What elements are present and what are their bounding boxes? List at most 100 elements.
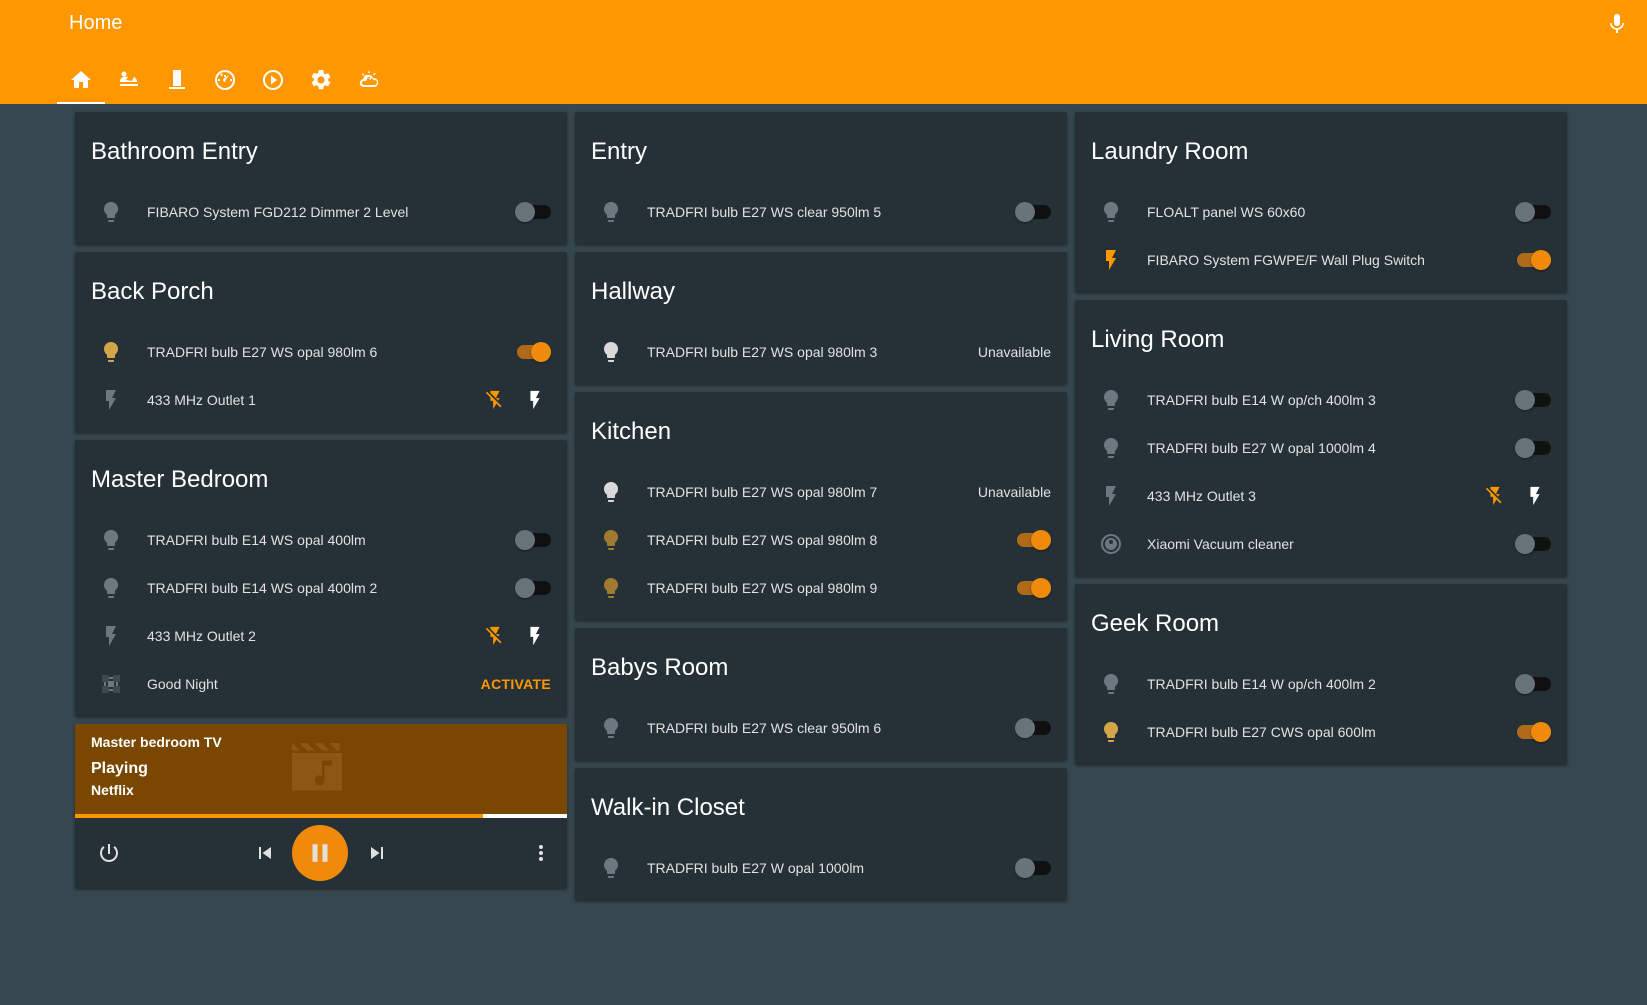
- room-card: Walk-in Closet TRADFRI bulb E27 W opal 10…: [575, 768, 1067, 900]
- entity-icon: [91, 664, 131, 704]
- entity-icon: [591, 520, 631, 560]
- toggle-switch[interactable]: [1515, 534, 1551, 554]
- card-title: Bathroom Entry: [91, 138, 258, 165]
- entity-name: TRADFRI bulb E27 WS opal 980lm 3: [647, 344, 878, 360]
- entity-row[interactable]: TRADFRI bulb E14 WS opal 400lm: [91, 516, 551, 564]
- bulb-icon: [104, 202, 118, 222]
- power-button[interactable]: [91, 835, 127, 871]
- entity-row[interactable]: FIBARO System FGD212 Dimmer 2 Level: [91, 188, 551, 236]
- more-options-button[interactable]: [523, 835, 559, 871]
- turn-off-button[interactable]: [479, 380, 511, 420]
- entity-row[interactable]: Good Night ACTIVATE: [91, 660, 551, 708]
- flash-icon: [106, 626, 116, 646]
- card-title: Entry: [591, 138, 648, 165]
- entity-icon: [1091, 428, 1131, 468]
- entity-row[interactable]: TRADFRI bulb E27 W opal 1000lm: [591, 844, 1051, 892]
- power-icon: [100, 844, 119, 863]
- toggle-knob: [1515, 534, 1535, 554]
- entity-row[interactable]: TRADFRI bulb E27 WS clear 950lm 6: [591, 704, 1051, 752]
- turn-on-button[interactable]: [519, 616, 551, 656]
- entity-name: TRADFRI bulb E27 WS opal 980lm 7: [647, 484, 878, 500]
- skip-next-icon: [371, 847, 383, 859]
- entity-row[interactable]: FIBARO System FGWPE/F Wall Plug Switch: [1091, 236, 1551, 284]
- toggle-switch[interactable]: [515, 342, 551, 362]
- bulb-icon: [604, 530, 618, 550]
- tab-dashboard[interactable]: [201, 56, 249, 104]
- previous-track-button[interactable]: [247, 835, 283, 871]
- room-service-icon: [120, 71, 138, 86]
- toggle-switch[interactable]: [1015, 858, 1051, 878]
- entity-row[interactable]: Xiaomi Vacuum cleaner: [1091, 520, 1551, 568]
- entity-icon: [591, 472, 631, 512]
- turn-on-button[interactable]: [519, 380, 551, 420]
- toggle-switch[interactable]: [1515, 674, 1551, 694]
- tab-home[interactable]: [57, 56, 105, 104]
- entity-row[interactable]: 433 MHz Outlet 2: [91, 612, 551, 660]
- room-card: Hallway TRADFRI bulb E27 WS opal 980lm 3 U…: [575, 252, 1067, 384]
- flash-icon: [106, 390, 116, 410]
- room-card: Babys Room TRADFRI bulb E27 WS clear 950l…: [575, 628, 1067, 760]
- tab-media[interactable]: [249, 56, 297, 104]
- weather-partly-cloudy-icon: [359, 70, 379, 88]
- tab-room-service[interactable]: [105, 56, 153, 104]
- toggle-knob: [1531, 722, 1551, 742]
- entity-row[interactable]: TRADFRI bulb E27 CWS opal 600lm: [1091, 708, 1551, 756]
- turn-on-button[interactable]: [1519, 476, 1551, 516]
- bulb-icon: [1104, 390, 1118, 410]
- entity-icon: [1091, 524, 1131, 564]
- card-title: Walk-in Closet: [591, 794, 745, 821]
- turn-off-button[interactable]: [1479, 476, 1511, 516]
- toggle-switch[interactable]: [515, 202, 551, 222]
- toggle-switch[interactable]: [1015, 202, 1051, 222]
- entity-row[interactable]: TRADFRI bulb E27 WS opal 980lm 3 Unavaila…: [591, 328, 1051, 376]
- toggle-switch[interactable]: [1515, 722, 1551, 742]
- entity-row[interactable]: TRADFRI bulb E27 WS opal 980lm 7 Unavaila…: [591, 468, 1051, 516]
- toggle-switch[interactable]: [1515, 202, 1551, 222]
- toggle-switch[interactable]: [1015, 718, 1051, 738]
- toggle-switch[interactable]: [1015, 578, 1051, 598]
- card-title: Master Bedroom: [91, 466, 269, 493]
- entity-row[interactable]: TRADFRI bulb E14 W op/ch 400lm 3: [1091, 376, 1551, 424]
- entity-name: TRADFRI bulb E14 WS opal 400lm 2: [147, 580, 378, 596]
- toggle-switch[interactable]: [1515, 390, 1551, 410]
- entity-name: TRADFRI bulb E14 W op/ch 400lm 3: [1147, 392, 1376, 408]
- toggle-switch[interactable]: [515, 578, 551, 598]
- bulb-icon: [1104, 674, 1118, 694]
- activate-button[interactable]: ACTIVATE: [481, 676, 551, 692]
- toggle-switch[interactable]: [1515, 438, 1551, 458]
- room-card: Back Porch TRADFRI bulb E27 WS opal 980lm…: [75, 252, 567, 432]
- toggle-switch[interactable]: [1515, 250, 1551, 270]
- tab-weather[interactable]: [345, 56, 393, 104]
- entity-row[interactable]: TRADFRI bulb E27 WS opal 980lm 9: [591, 564, 1051, 612]
- media-player-card: Master bedroom TV Playing Netflix: [75, 724, 567, 888]
- bulb-icon: [104, 342, 118, 362]
- entity-row[interactable]: 433 MHz Outlet 1: [91, 376, 551, 424]
- entity-name: TRADFRI bulb E27 W opal 1000lm: [647, 860, 865, 876]
- tab-settings[interactable]: [297, 56, 345, 104]
- entity-row[interactable]: TRADFRI bulb E14 W op/ch 400lm 2: [1091, 660, 1551, 708]
- microphone-icon[interactable]: [1605, 12, 1629, 36]
- entity-name: Xiaomi Vacuum cleaner: [1147, 536, 1294, 552]
- tab-entity[interactable]: [153, 56, 201, 104]
- entity-row[interactable]: TRADFRI bulb E27 WS clear 950lm 5: [591, 188, 1051, 236]
- more-vertical-icon: [539, 845, 543, 861]
- toggle-knob: [1015, 202, 1035, 222]
- toggle-switch[interactable]: [515, 530, 551, 550]
- play-pause-button[interactable]: [292, 825, 348, 881]
- entity-row[interactable]: TRADFRI bulb E27 WS opal 980lm 8: [591, 516, 1051, 564]
- entity-row[interactable]: FLOALT panel WS 60x60: [1091, 188, 1551, 236]
- turn-off-button[interactable]: [479, 616, 511, 656]
- toggle-knob: [1031, 530, 1051, 550]
- entity-row[interactable]: TRADFRI bulb E27 W opal 1000lm 4: [1091, 424, 1551, 472]
- entity-row[interactable]: 433 MHz Outlet 3: [1091, 472, 1551, 520]
- next-track-button[interactable]: [359, 835, 395, 871]
- gear-icon: [311, 69, 331, 90]
- toggle-switch[interactable]: [1015, 530, 1051, 550]
- view-tabs: [57, 56, 393, 104]
- room-card: Kitchen TRADFRI bulb E27 WS opal 980lm 7 U…: [575, 392, 1067, 620]
- toggle-knob: [1531, 250, 1551, 270]
- entity-row[interactable]: TRADFRI bulb E14 WS opal 400lm 2: [91, 564, 551, 612]
- entity-row[interactable]: TRADFRI bulb E27 WS opal 980lm 6: [91, 328, 551, 376]
- bulb-icon: [1104, 202, 1118, 222]
- page-title: Home: [69, 12, 123, 34]
